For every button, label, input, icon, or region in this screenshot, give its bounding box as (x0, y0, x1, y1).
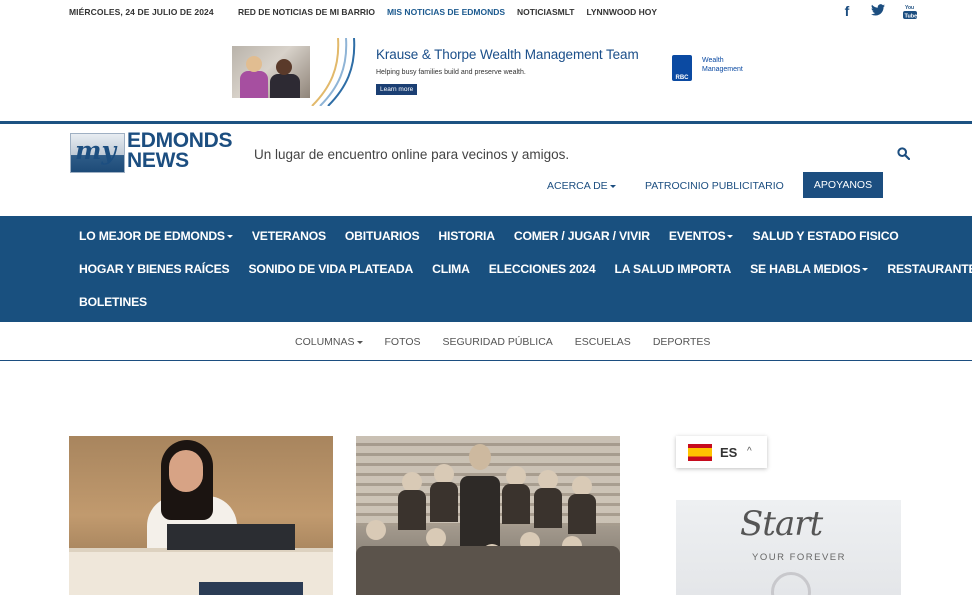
logo-emblem: my (70, 133, 125, 173)
chevron-down-icon (226, 235, 233, 239)
network-link-mlt[interactable]: NOTICIASMLT (517, 7, 574, 17)
top-bar: MIÉRCOLES, 24 DE JULIO DE 2024 RED DE NO… (0, 0, 972, 24)
nav-comer-jugar-vivir[interactable]: COMER / JUGAR / VIVIR (514, 229, 650, 243)
secnav-escuelas[interactable]: ESCUELAS (575, 336, 631, 348)
nav-eventos[interactable]: EVENTOS (669, 229, 734, 243)
ad-brand-sub: Wealth Management (702, 57, 743, 73)
svg-text:Tube: Tube (905, 14, 918, 20)
sidebar-ad[interactable]: Start YOUR FOREVER (676, 500, 901, 595)
header-links: ACERCA DE PATROCINIO PUBLICITARIO APOYAN… (0, 172, 972, 198)
ad-photo (232, 46, 310, 98)
rbc-logo-text: RBC (675, 75, 689, 81)
network-link-edmonds[interactable]: MIS NOTICIAS DE EDMONDS (387, 7, 505, 17)
nav-historia[interactable]: HISTORIA (438, 229, 495, 243)
header-divider (0, 121, 972, 124)
secnav-deportes[interactable]: DEPORTES (653, 336, 711, 348)
nav-veteranos[interactable]: VETERANOS (252, 229, 326, 243)
nav-se-habla-medios[interactable]: SE HABLA MEDIOS (750, 262, 869, 276)
site-logo[interactable]: my EDMONDS NEWS (70, 129, 240, 175)
nav-boletines[interactable]: BOLETINES (79, 295, 147, 309)
sponsor-link[interactable]: PATROCINIO PUBLICITARIO (645, 180, 784, 192)
ad-title: Krause & Thorpe Wealth Management Team (376, 47, 639, 62)
network-links: RED DE NOTICIAS DE MI BARRIO MIS NOTICIA… (238, 7, 669, 17)
logo-text: EDMONDS NEWS (127, 129, 233, 172)
site-tagline: Un lugar de encuentro online para vecino… (254, 147, 570, 162)
nav-salud-importa[interactable]: LA SALUD IMPORTA (614, 262, 731, 276)
article-image-class-photo[interactable] (356, 436, 620, 595)
ad-subtitle: Helping busy families build and preserve… (376, 69, 526, 76)
twitter-icon[interactable] (870, 3, 886, 19)
secondary-nav: COLUMNAS FOTOS SEGURIDAD PÚBLICA ESCUELA… (0, 322, 972, 361)
nav-salud[interactable]: SALUD Y ESTADO FISICO (752, 229, 898, 243)
ad-swoosh-graphic (311, 38, 356, 106)
ring-image (771, 572, 811, 595)
nav-hogar[interactable]: HOGAR Y BIENES RAÍCES (79, 262, 230, 276)
chevron-up-icon: ^ (747, 446, 752, 457)
youtube-icon[interactable]: You Tube (903, 3, 918, 20)
nav-restaurantes[interactable]: RESTAURANTES (887, 262, 972, 276)
secnav-columnas[interactable]: COLUMNAS (295, 336, 363, 348)
search-icon[interactable] (897, 147, 910, 160)
nav-clima[interactable]: CLIMA (432, 262, 470, 276)
facebook-icon[interactable]: f (839, 3, 855, 19)
network-link-mi-barrio[interactable]: RED DE NOTICIAS DE MI BARRIO (238, 7, 375, 17)
chevron-down-icon (356, 340, 363, 344)
chevron-down-icon (727, 235, 734, 239)
ad-learn-more-button[interactable]: Learn more (376, 84, 418, 95)
article-image-speaker[interactable] (69, 436, 333, 595)
nav-sonido[interactable]: SONIDO DE VIDA PLATEADA (248, 262, 413, 276)
nav-lo-mejor[interactable]: LO MEJOR DE EDMONDS (79, 229, 233, 243)
secnav-fotos[interactable]: FOTOS (385, 336, 421, 348)
chevron-down-icon (862, 268, 869, 272)
main-nav: LO MEJOR DE EDMONDS VETERANOS OBITUARIOS… (0, 216, 972, 322)
svg-text:You: You (905, 5, 914, 11)
spain-flag-icon (688, 444, 712, 461)
network-link-lynnwood[interactable]: LYNNWOOD HOY (586, 7, 657, 17)
sidebar-ad-headline: Start (740, 504, 823, 544)
about-menu[interactable]: ACERCA DE (547, 180, 616, 192)
language-switcher[interactable]: ES ^ (676, 436, 767, 468)
chevron-down-icon (609, 184, 616, 188)
secnav-seguridad[interactable]: SEGURIDAD PÚBLICA (443, 336, 553, 348)
support-button[interactable]: APOYANOS (803, 172, 883, 198)
ad-banner[interactable]: Krause & Thorpe Wealth Management Team H… (230, 38, 762, 106)
current-date: MIÉRCOLES, 24 DE JULIO DE 2024 (69, 7, 214, 17)
nav-obituarios[interactable]: OBITUARIOS (345, 229, 420, 243)
sidebar-ad-sub: YOUR FOREVER (752, 552, 847, 563)
language-code: ES (720, 445, 738, 460)
nav-elecciones[interactable]: ELECCIONES 2024 (489, 262, 596, 276)
